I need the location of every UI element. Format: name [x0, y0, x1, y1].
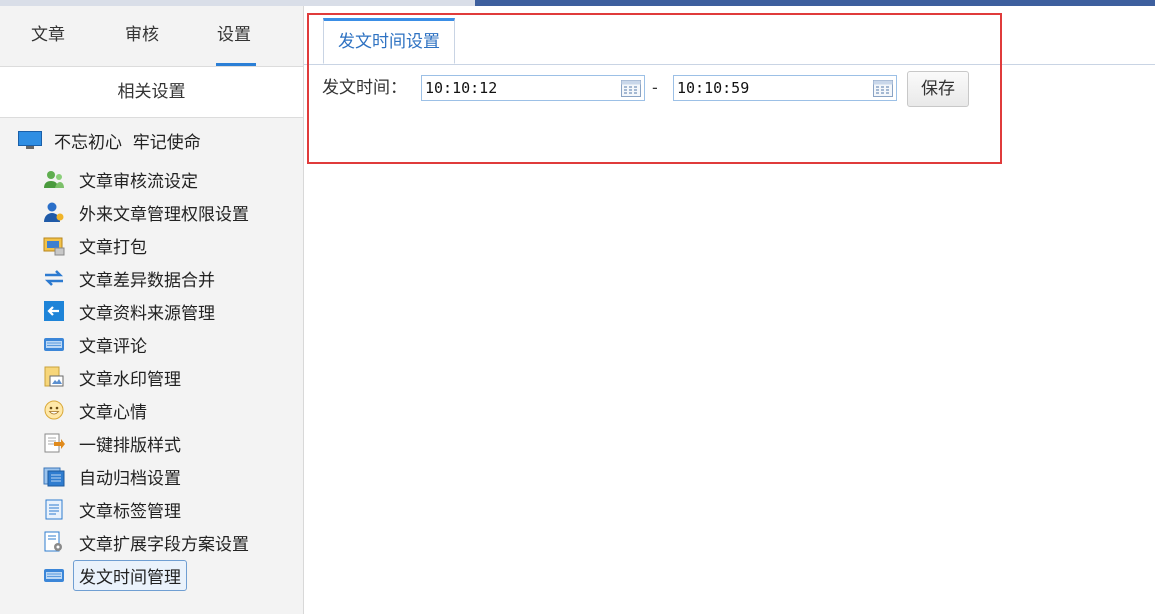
tree-item-publish-time[interactable]: 发文时间管理	[43, 559, 187, 591]
tree-item-label: 外来文章管理权限设置	[79, 204, 249, 225]
tree-item-label: 一键排版样式	[79, 435, 181, 456]
tab-review[interactable]: 审核	[102, 20, 182, 66]
tree-item-label: 文章水印管理	[79, 369, 181, 390]
top-strip-right	[475, 0, 1155, 6]
tab-settings[interactable]: 设置	[194, 20, 274, 66]
start-time-field[interactable]: 10:10:12	[421, 75, 645, 101]
tree-item-label: 文章扩展字段方案设置	[79, 534, 249, 555]
tree-item-package[interactable]: 文章打包	[43, 232, 147, 258]
tree-item-label: 文章差异数据合并	[79, 270, 215, 291]
start-time-value: 10:10:12	[425, 79, 498, 97]
swap-arrows-icon	[44, 270, 64, 286]
tree-item-label: 文章资料来源管理	[79, 303, 215, 324]
save-button[interactable]: 保存	[907, 71, 969, 107]
back-arrow-icon	[44, 301, 64, 321]
tree-item-sources[interactable]: 文章资料来源管理	[43, 298, 215, 324]
tab-articles[interactable]: 文章	[8, 20, 88, 66]
tree-item-label: 文章审核流设定	[79, 171, 198, 192]
keyboard-icon	[44, 569, 64, 582]
monitor-icon	[18, 131, 42, 149]
time-range-separator: -	[652, 78, 658, 97]
end-time-field[interactable]: 10:10:59	[673, 75, 897, 101]
tree-item-label: 自动归档设置	[79, 468, 181, 489]
archive-icon	[43, 467, 65, 487]
watermark-icon	[44, 366, 64, 387]
calendar-icon[interactable]	[621, 79, 641, 97]
publish-time-label: 发文时间：	[322, 78, 407, 98]
tree-item-merge[interactable]: 文章差异数据合并	[43, 265, 215, 291]
tree-item-label: 文章评论	[79, 336, 147, 357]
end-time-value: 10:10:59	[677, 79, 750, 97]
notepad-icon	[45, 499, 63, 520]
document-arrow-icon	[44, 433, 65, 453]
user-permission-icon	[44, 202, 64, 222]
tree-item-comments[interactable]: 文章评论	[43, 331, 147, 357]
tree-root-label: 不忘初心 牢记使命	[54, 132, 201, 153]
smiley-icon	[44, 400, 64, 420]
tab-strip-border	[304, 64, 1155, 65]
tree-item-label: 发文时间管理	[73, 559, 187, 591]
section-title: 相关设置	[0, 66, 303, 118]
package-icon	[43, 237, 65, 256]
tree-root[interactable]: 不忘初心 牢记使命	[18, 128, 201, 153]
document-gear-icon	[44, 531, 62, 552]
tree-item-auto-archive[interactable]: 自动归档设置	[43, 463, 181, 489]
tree-item-label: 文章心情	[79, 402, 147, 423]
tab-publish-time-settings[interactable]: 发文时间设置	[323, 18, 455, 64]
tree-item-review-flow[interactable]: 文章审核流设定	[43, 166, 198, 192]
tree-item-mood[interactable]: 文章心情	[43, 397, 147, 423]
tree-item-watermark[interactable]: 文章水印管理	[43, 364, 181, 390]
tree-item-one-click-layout[interactable]: 一键排版样式	[43, 430, 181, 456]
tree-item-extended-fields[interactable]: 文章扩展字段方案设置	[43, 529, 249, 555]
keyboard-icon	[44, 338, 64, 351]
top-tab-bar: 文章 审核 设置	[0, 6, 303, 66]
calendar-icon[interactable]	[873, 79, 893, 97]
tree-item-label: 文章打包	[79, 237, 147, 258]
users-icon	[44, 171, 64, 188]
tree-item-external-permission[interactable]: 外来文章管理权限设置	[43, 199, 249, 225]
tree-item-tags[interactable]: 文章标签管理	[43, 496, 181, 522]
tree-item-label: 文章标签管理	[79, 501, 181, 522]
